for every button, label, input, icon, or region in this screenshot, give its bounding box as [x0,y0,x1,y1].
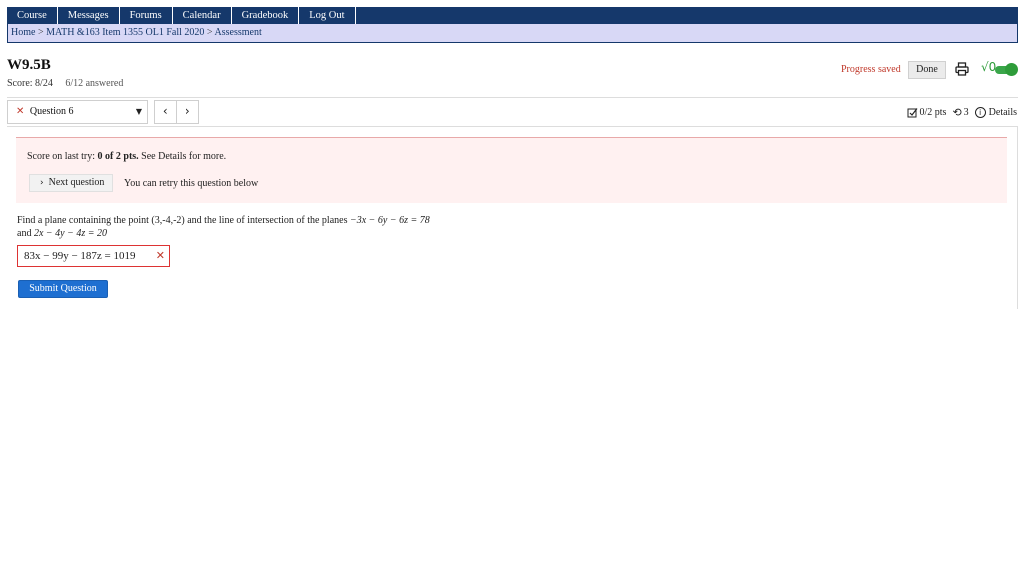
math-display-toggle[interactable]: √0 [981,60,1018,78]
details-button[interactable]: i Details [974,107,1017,118]
nav-logout[interactable]: Log Out [299,7,356,24]
chevron-right-icon: › [40,178,44,188]
question-select[interactable]: ✕ Question 6 ▼ [7,100,148,124]
plane-equation-2: 2x − 4y − 4z = 20 [33,228,107,239]
checkbox-edit-icon [907,108,917,118]
content-border [1017,127,1018,309]
alert-score: 0 of 2 pts. [97,151,139,162]
question-and: and [17,228,34,239]
page-title: W9.5B [7,57,51,73]
incorrect-icon: ✕ [16,106,25,117]
attempts-text: 3 [963,107,969,118]
caret-down-icon: ▼ [135,107,142,116]
prev-question-button[interactable]: ‹ [155,101,177,123]
sqrt-icon: √0 [981,60,997,74]
breadcrumb-separator: > [206,27,213,38]
breadcrumb-course[interactable]: MATH &163 Item 1355 OL1 Fall 2020 [46,27,204,38]
nav-calendar[interactable]: Calendar [173,7,232,24]
divider [7,126,1018,127]
wrong-answer-icon: ✕ [155,249,165,262]
answer-input[interactable]: 83x − 99y − 187z = 1019 ✕ [17,245,170,267]
last-try-score: Score on last try: 0 of 2 pts. See Detai… [27,151,226,162]
submit-question-button[interactable]: Submit Question [18,280,108,298]
done-button[interactable]: Done [908,61,946,79]
next-question-arrow-button[interactable]: › [177,101,198,123]
alert-suffix: See Details for more. [138,151,227,162]
points-info: 0/2 pts [907,107,947,118]
next-question-label: Next question [48,177,105,188]
answered-count: 6/12 answered [65,78,124,89]
nav-course[interactable]: Course [7,7,58,24]
score-alert: Score on last try: 0 of 2 pts. See Detai… [16,137,1007,203]
points-text: 0/2 pts [919,107,947,118]
next-question-button[interactable]: › Next question [29,174,114,192]
details-label: Details [988,107,1017,118]
retry-message: You can retry this question below [124,178,259,189]
progress-saved-status: Progress saved [841,64,901,75]
retry-icon: ⟲ [952,106,962,119]
print-icon[interactable] [955,62,969,76]
top-nav: Course Messages Forums Calendar Gradeboo… [7,7,1018,24]
question-text: Find a plane containing the point (3,-4,… [17,214,517,240]
divider [7,97,1018,98]
question-pager: ‹ › [154,100,199,124]
info-icon: i [974,107,986,118]
breadcrumb-current: Assessment [214,27,262,38]
question-meta: 0/2 pts ⟲ 3 i Details [901,106,1017,119]
nav-gradebook[interactable]: Gradebook [232,7,300,24]
breadcrumb-home[interactable]: Home [11,27,35,38]
score-text: Score: 8/24 [7,78,53,89]
answer-value: 83x − 99y − 187z = 1019 [24,250,136,262]
attempts-info: ⟲ 3 [952,106,968,119]
toggle-knob [1005,63,1018,76]
breadcrumb: Home > MATH &163 Item 1355 OL1 Fall 2020… [7,24,1018,43]
plane-equation-1: −3x − 6y − 6z = 78 [349,215,430,226]
question-prompt: Find a plane containing the point (3,-4,… [17,215,350,226]
breadcrumb-separator: > [37,27,44,38]
question-select-value: Question 6 [29,106,74,117]
score-line: Score: 8/24 6/12 answered [7,78,123,89]
nav-messages[interactable]: Messages [58,7,120,24]
alert-prefix: Score on last try: [27,151,98,162]
nav-forums[interactable]: Forums [120,7,173,24]
